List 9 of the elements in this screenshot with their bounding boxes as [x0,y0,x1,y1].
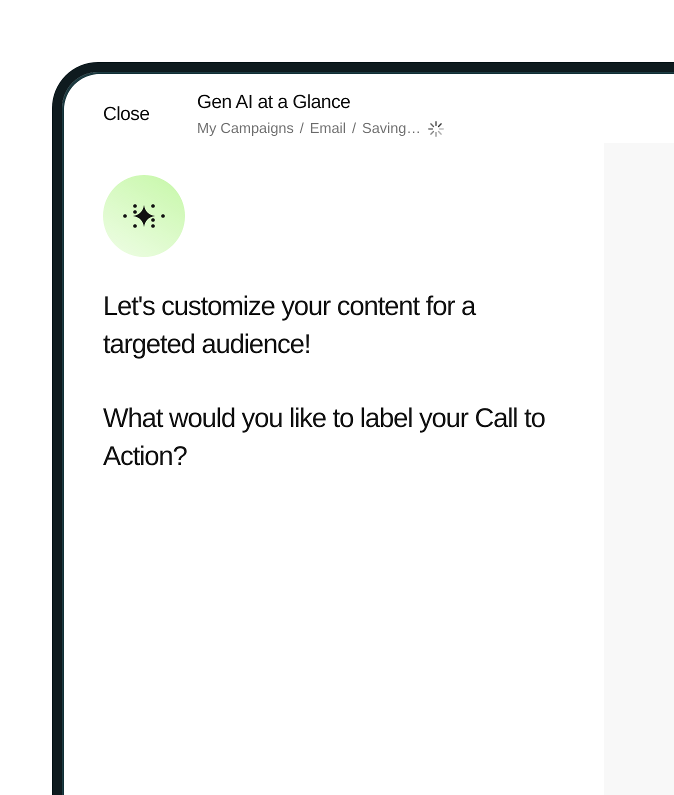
assistant-message: Let's customize your content for a targeted audience! [103,290,477,361]
page-title: Gen AI at a Glance [197,92,352,114]
breadcrumb-link[interactable]: Email [310,121,346,137]
breadcrumb-link[interactable]: My Campaigns [197,121,294,137]
save-status: Saving… [362,121,421,137]
close-button[interactable]: Close [103,104,197,126]
breadcrumb-separator: / [300,121,304,137]
breadcrumb-separator: / [352,121,356,137]
assistant-message: What would you like to label your Call to Action? [103,402,546,473]
